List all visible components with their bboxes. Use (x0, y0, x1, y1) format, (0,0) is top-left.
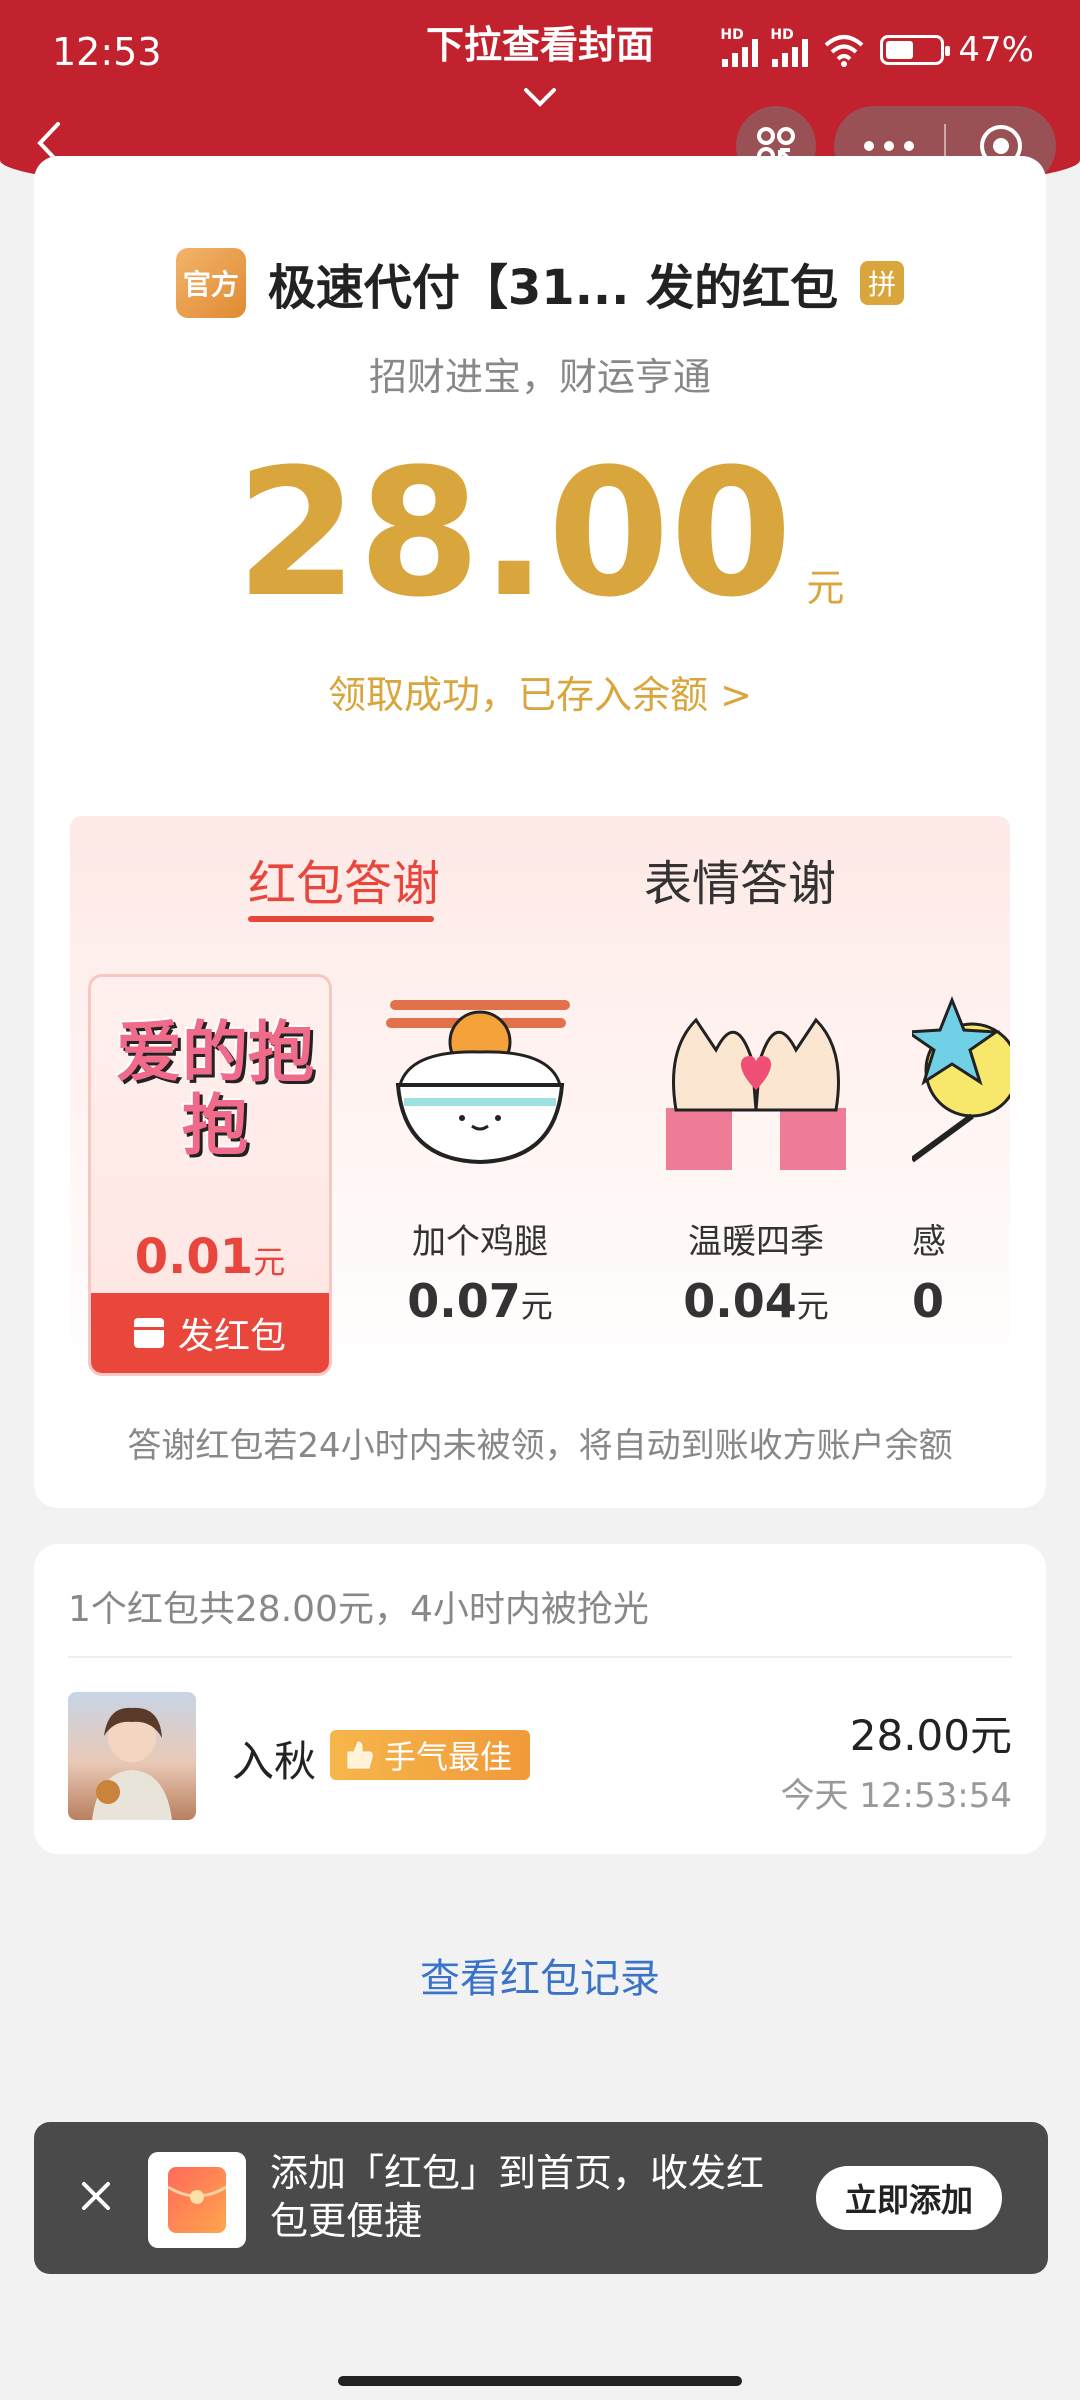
amount-row: 28.00 元 (34, 446, 1046, 622)
records-card: 1个红包共28.00元，4小时内被抢光 入秋 手气最佳 28.00元 今天 12… (34, 1544, 1046, 1854)
signal-icon: HD (770, 27, 809, 67)
avatar[interactable] (68, 1692, 196, 1820)
gift-price: 0.01元 (134, 1229, 286, 1285)
receiver-amount: 28.00元 (849, 1711, 1012, 1760)
receiver-time: 今天 12:53:54 (780, 1776, 1012, 1816)
receiver-name: 入秋 (232, 1737, 317, 1786)
gift-option-selected[interactable]: 爱的抱抱 0.01元 发红包 (88, 974, 332, 1376)
toast-message: 添加「红包」到首页，收发红包更便捷 (270, 2151, 765, 2243)
pin-badge: 拼 (860, 261, 905, 305)
gift-price: 0.07元 (407, 1274, 553, 1328)
amount-unit: 元 (806, 566, 845, 610)
add-to-home-toast: 添加「红包」到首页，收发红包更便捷 立即添加 (34, 2122, 1048, 2274)
close-icon[interactable] (74, 2174, 118, 2218)
battery-icon (880, 35, 951, 65)
sender-name: 极速代付【31... 发的红包 (267, 260, 839, 316)
red-packet-card: 官方 极速代付【31... 发的红包 拼 招财进宝，财运亨通 28.00 元 领… (34, 156, 1046, 1508)
star-wand-icon (912, 995, 1010, 1163)
heart-hands-icon (666, 1017, 846, 1170)
thanks-panel: 红包答谢 表情答谢 爱的抱抱 0.01元 发红包 加个鸡腿 0.07元 温暖四季… (70, 816, 1010, 1390)
tab-sticker-thanks[interactable]: 表情答谢 (644, 844, 836, 914)
gift-name: 感 (912, 1222, 946, 1262)
rice-bowl-drumstick-icon (386, 1000, 570, 1165)
redpacket-app-icon (148, 2152, 246, 2248)
gift-name: 温暖四季 (688, 1222, 824, 1262)
more-icon[interactable] (834, 141, 944, 151)
gift-name: 加个鸡腿 (412, 1222, 548, 1262)
gift-option[interactable]: 感 0 (902, 974, 1010, 1376)
wifi-icon (825, 35, 864, 67)
tab-redpacket-thanks[interactable]: 红包答谢 (248, 844, 440, 914)
best-luck-badge: 手气最佳 (330, 1730, 531, 1780)
greeting-text: 招财进宝，财运亨通 (368, 355, 711, 399)
status-icons: HD HD 47% (720, 27, 1034, 70)
gift-price: 0.04元 (683, 1274, 829, 1328)
signal-icon: HD (720, 27, 759, 67)
deposit-link[interactable]: 领取成功，已存入余额 > (34, 664, 1046, 719)
amount-value: 28.00 (235, 431, 793, 636)
home-indicator[interactable] (338, 2376, 742, 2386)
gift-option[interactable]: 加个鸡腿 0.07元 (360, 974, 600, 1376)
envelope-icon (133, 1318, 164, 1348)
battery-percent: 47% (958, 30, 1034, 70)
divider (68, 1656, 1012, 1658)
sender-row: 官方 极速代付【31... 发的红包 拼 (34, 248, 1046, 318)
gift-option[interactable]: 温暖四季 0.04元 (636, 974, 876, 1376)
send-redpacket-button[interactable]: 发红包 (91, 1293, 329, 1373)
active-tab-indicator (248, 916, 434, 922)
add-now-button[interactable]: 立即添加 (816, 2166, 1002, 2230)
records-summary: 1个红包共28.00元，4小时内被抢光 (68, 1589, 649, 1630)
avatar-image (92, 1707, 172, 1820)
gift-art-text: 爱的抱抱 (116, 1014, 314, 1164)
official-badge-icon: 官方 (175, 248, 246, 318)
thanks-note: 答谢红包若24小时内未被领，将自动到账收方账户余额 (127, 1426, 953, 1466)
thumbs-hand-icon (347, 1741, 373, 1769)
view-records-link[interactable]: 查看红包记录 (0, 1946, 1080, 2004)
gift-price: 0 (912, 1274, 945, 1328)
chevron-down-icon[interactable] (520, 82, 560, 112)
